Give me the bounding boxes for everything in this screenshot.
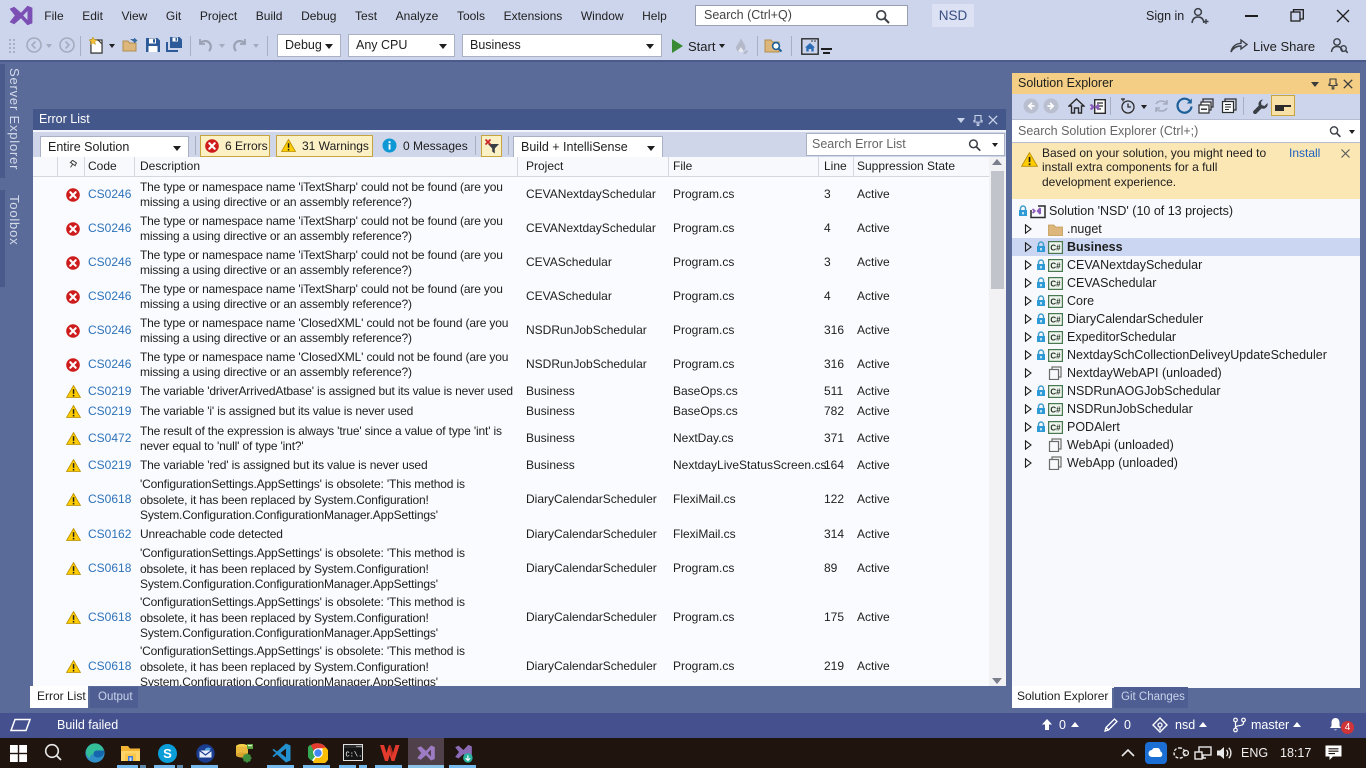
svg-text:C:\.: C:\.: [346, 752, 363, 760]
svg-text:C#: C#: [1050, 243, 1061, 252]
svg-text:C#: C#: [1050, 261, 1061, 270]
svg-text:C#: C#: [1050, 405, 1061, 414]
svg-text:C#: C#: [1050, 297, 1061, 306]
svg-text:C#: C#: [1050, 333, 1061, 342]
svg-text:C#: C#: [1050, 387, 1061, 396]
svg-text:C#: C#: [1050, 351, 1061, 360]
svg-text:C#: C#: [1050, 279, 1061, 288]
svg-text:C#: C#: [1050, 315, 1061, 324]
svg-text:C#: C#: [1050, 423, 1061, 432]
